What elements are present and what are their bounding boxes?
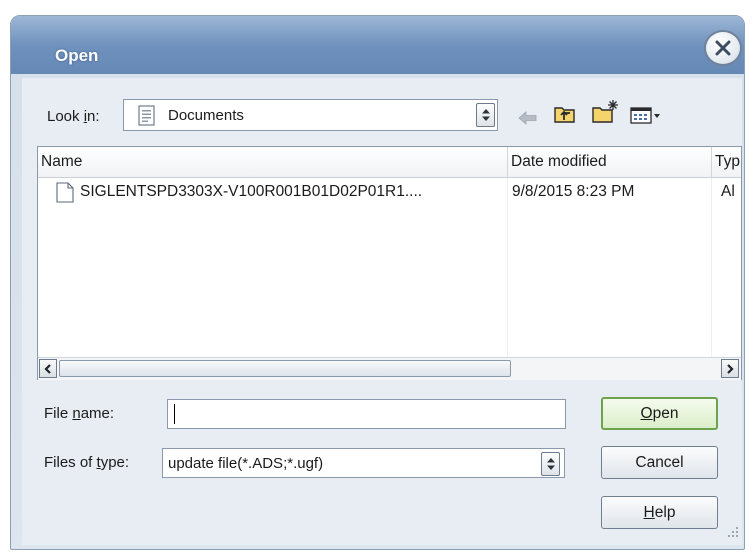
up-one-level-icon[interactable] xyxy=(553,102,577,124)
column-divider xyxy=(711,178,712,357)
file-name-label: File name: xyxy=(44,405,115,422)
title-bar[interactable] xyxy=(11,16,744,74)
file-type-dropdown[interactable]: update file(*.ADS;*.ugf) xyxy=(162,448,565,478)
file-row[interactable]: SIGLENTSPD3303X-V100R001B01D02P01R1.... … xyxy=(38,179,738,203)
file-type-cell: Al xyxy=(721,183,735,200)
look-in-dropdown[interactable]: Documents xyxy=(123,99,498,131)
help-button[interactable]: Help xyxy=(601,496,718,529)
file-name-cell: SIGLENTSPD3303X-V100R001B01D02P01R1.... xyxy=(80,183,423,200)
column-header-name[interactable]: Name xyxy=(38,147,508,178)
resize-grip-icon[interactable] xyxy=(726,525,740,539)
close-button[interactable] xyxy=(704,30,742,66)
look-in-label: Look in: xyxy=(47,108,100,125)
view-menu-icon[interactable] xyxy=(630,106,664,126)
up-down-arrows-icon xyxy=(546,458,555,470)
back-arrow-icon[interactable] xyxy=(518,110,538,126)
scroll-left-button[interactable] xyxy=(39,359,57,378)
chevron-left-icon xyxy=(44,363,51,374)
file-name-input[interactable] xyxy=(167,399,566,429)
file-list[interactable]: Name Date modified Typ SIGLENTSPD3303X-V… xyxy=(37,146,742,380)
scroll-right-button[interactable] xyxy=(721,359,739,378)
close-icon xyxy=(715,40,731,56)
column-header-date-modified[interactable]: Date modified xyxy=(508,147,712,178)
look-in-dropdown-button[interactable] xyxy=(476,103,495,127)
chevron-right-icon xyxy=(727,363,734,374)
documents-folder-icon xyxy=(138,105,155,126)
column-header-type[interactable]: Typ xyxy=(712,147,741,178)
file-date-cell: 9/8/2015 8:23 PM xyxy=(512,183,635,200)
open-button[interactable]: Open xyxy=(601,397,718,430)
scrollbar-thumb[interactable] xyxy=(59,360,511,377)
create-new-folder-icon[interactable] xyxy=(591,98,621,124)
look-in-value: Documents xyxy=(168,107,244,124)
text-caret xyxy=(174,404,175,424)
file-icon xyxy=(56,182,74,203)
file-type-label: Files of type: xyxy=(44,454,130,471)
horizontal-scrollbar[interactable] xyxy=(38,357,741,380)
file-type-value: update file(*.ADS;*.ugf) xyxy=(168,455,324,472)
dialog-title: Open xyxy=(55,46,99,65)
file-type-dropdown-button[interactable] xyxy=(541,452,560,476)
column-divider xyxy=(507,178,508,357)
up-down-arrows-icon xyxy=(481,109,490,121)
cancel-button[interactable]: Cancel xyxy=(601,446,718,479)
